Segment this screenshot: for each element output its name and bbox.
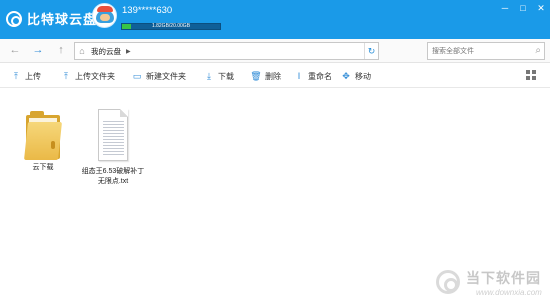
upload-folder-icon: ⤒ (64, 70, 68, 81)
file-item-txt[interactable]: 组态王6.53破解补丁 无限点.txt (78, 109, 148, 187)
upload-icon: ⤒ (14, 70, 18, 81)
minimize-button[interactable]: ─ (496, 0, 514, 16)
search-icon[interactable]: ⌕ (535, 45, 541, 56)
move-icon: ✥ (342, 70, 350, 81)
forward-button[interactable]: → (31, 43, 45, 57)
move-button[interactable]: ✥ 移动 (340, 69, 371, 83)
logo-icon (6, 10, 22, 27)
download-button[interactable]: ⤓ 下载 (203, 69, 234, 83)
trash-icon: 🗑 (250, 70, 262, 81)
new-folder-button[interactable]: ▭ 新建文件夹 (131, 69, 186, 83)
rename-button[interactable]: I 重命名 (293, 69, 332, 83)
up-button[interactable]: ↑ (54, 43, 68, 57)
close-button[interactable]: ✕ (532, 0, 550, 16)
file-name: 云下载 (32, 164, 54, 171)
text-file-icon (98, 109, 128, 161)
watermark-url: www.downxia.com (476, 288, 542, 297)
folder-icon (20, 107, 66, 161)
app-logo: 比特球云盘 (6, 9, 97, 28)
back-button[interactable]: ← (8, 43, 22, 57)
toolbar: ⤒ 上传 ⤒ 上传文件夹 ▭ 新建文件夹 ⤓ 下载 🗑 删除 I 重命名 ✥ 移… (0, 64, 550, 88)
download-icon: ⤓ (207, 70, 211, 81)
app-title: 比特球云盘 (27, 12, 98, 27)
avatar[interactable] (92, 3, 117, 28)
breadcrumb-arrow-icon[interactable]: ▶ (126, 48, 131, 55)
delete-button[interactable]: 🗑 删除 (250, 69, 281, 83)
storage-quota-bar: 1.82GB/20.00GB (121, 23, 221, 30)
account-name[interactable]: 139*****630 (122, 5, 172, 16)
watermark-text: 当下软件园 (466, 270, 541, 286)
navigation-bar: ← → ↑ ⌂ 我的云盘 ▶ ↻ ⌕ (0, 39, 550, 63)
grid-view-icon[interactable] (526, 70, 536, 80)
refresh-icon[interactable]: ↻ (364, 43, 378, 59)
file-name: 组态王6.53破解补丁 无限点.txt (81, 168, 145, 185)
address-bar[interactable]: ⌂ 我的云盘 ▶ ↻ (74, 42, 379, 60)
watermark: 当下软件园 www.downxia.com (436, 266, 546, 302)
search-box[interactable]: ⌕ (427, 42, 545, 60)
file-item-folder[interactable]: 云下载 (8, 107, 78, 173)
rename-icon: I (297, 71, 301, 81)
new-folder-icon: ▭ (132, 70, 142, 81)
upload-folder-button[interactable]: ⤒ 上传文件夹 (60, 69, 115, 83)
window-controls: ─ □ ✕ (496, 0, 550, 16)
title-bar: 比特球云盘 139*****630 1.82GB/20.00GB ─ □ ✕ (0, 0, 550, 39)
home-icon[interactable]: ⌂ (75, 46, 89, 56)
watermark-logo-icon (436, 270, 460, 294)
search-input[interactable] (432, 44, 532, 58)
breadcrumb-my-cloud[interactable]: 我的云盘 (91, 46, 121, 57)
maximize-button[interactable]: □ (514, 0, 532, 16)
storage-quota-text: 1.82GB/20.00GB (151, 23, 191, 29)
upload-button[interactable]: ⤒ 上传 (10, 69, 41, 83)
